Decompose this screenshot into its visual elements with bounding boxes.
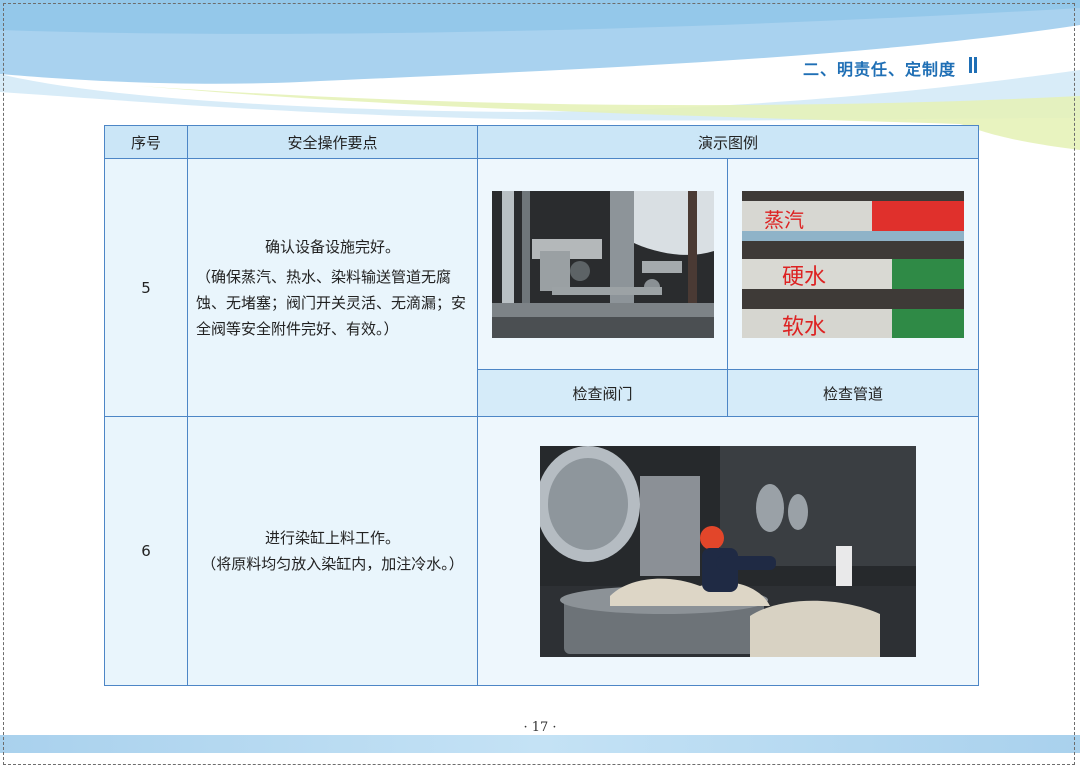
table-header-row: 序号 安全操作要点 演示图例 <box>104 125 980 159</box>
row-points-cell: 确认设备设施完好。 （确保蒸汽、热水、染料输送管道无腐蚀、无堵塞；阀门开关灵活、… <box>187 158 478 417</box>
valve-photo <box>491 190 714 338</box>
header-seq: 序号 <box>104 125 188 159</box>
row-detail: （将原料均匀放入染缸内，加注冷水。） <box>201 555 464 573</box>
header-points: 安全操作要点 <box>187 125 478 159</box>
caption-pipes: 检查管道 <box>726 369 980 417</box>
row-number: 5 <box>104 158 188 417</box>
row-number: 6 <box>104 416 188 686</box>
row-title: 进行染缸上料工作。 <box>264 529 400 547</box>
section-title: 二、明责任、定制度 <box>802 60 956 79</box>
table-row: 5 确认设备设施完好。 （确保蒸汽、热水、染料输送管道无腐蚀、无堵塞；阀门开关灵… <box>104 158 980 417</box>
page-number: · 17 · <box>523 720 557 735</box>
footer-band <box>0 735 1080 753</box>
header-examples: 演示图例 <box>476 125 980 159</box>
row-points-cell: 进行染缸上料工作。 （将原料均匀放入染缸内，加注冷水。） <box>187 416 478 686</box>
row-detail: （确保蒸汽、热水、染料输送管道无腐蚀、无堵塞；阀门开关灵活、无滴漏；安全阀等安全… <box>196 267 467 338</box>
safety-table: 序号 安全操作要点 演示图例 5 确认设备设施完好。 （确保蒸汽、热水、染料输送… <box>104 125 980 686</box>
pipe-photo: 蒸汽 硬水 软水 <box>742 190 964 338</box>
pipe-label-soft-water: 软水 <box>782 315 826 338</box>
dyeing-workshop-photo <box>540 445 916 657</box>
photo-cell-valves <box>477 158 728 370</box>
caption-valves: 检查阀门 <box>477 369 728 417</box>
pipe-label-steam: 蒸汽 <box>764 208 804 232</box>
table-row: 6 进行染缸上料工作。 （将原料均匀放入染缸内，加注冷水。） <box>104 416 980 686</box>
pipe-label-hard-water: 硬水 <box>782 265 826 290</box>
row-title: 确认设备设施完好。 <box>264 237 400 256</box>
section-marker-icon <box>969 57 977 73</box>
photo-cell-workshop <box>476 416 980 686</box>
photo-cell-pipes: 蒸汽 硬水 软水 <box>726 158 980 370</box>
